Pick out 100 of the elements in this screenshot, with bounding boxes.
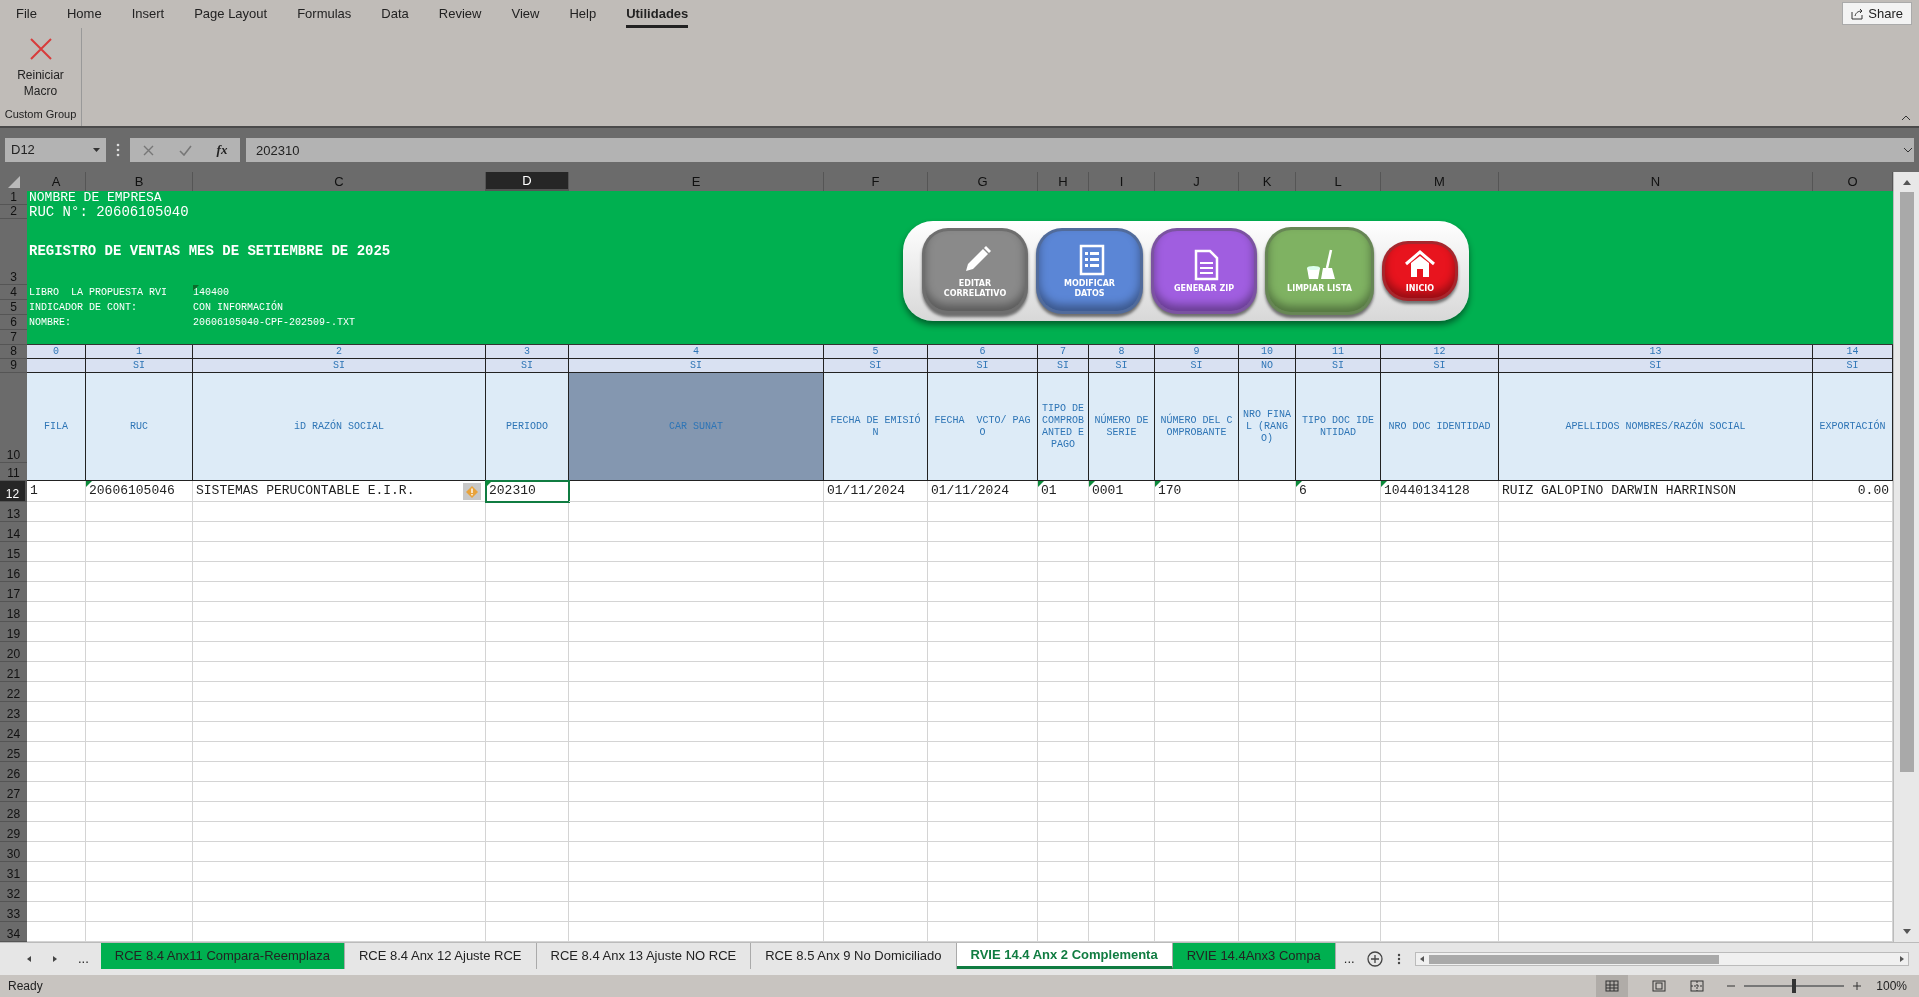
table-cell[interactable]: 01/11/2024 xyxy=(928,481,1038,502)
more-sheets-button[interactable]: ... xyxy=(1343,949,1355,969)
column-header[interactable]: H xyxy=(1038,172,1089,191)
row-header[interactable]: 10 xyxy=(0,373,27,463)
row-header[interactable]: 23 xyxy=(0,702,27,722)
row-header[interactable]: 7 xyxy=(0,330,27,345)
row-header[interactable]: 4 xyxy=(0,285,27,300)
more-options-icon[interactable] xyxy=(116,143,120,157)
page-break-icon[interactable] xyxy=(1690,980,1705,992)
scroll-thumb[interactable] xyxy=(1899,192,1914,772)
table-cell[interactable]: RUIZ GALOPINO DARWIN HARRINSON xyxy=(1499,481,1813,502)
row-header[interactable]: 27 xyxy=(0,782,27,802)
table-cell[interactable]: 202310 xyxy=(486,481,569,502)
row-header[interactable]: 17 xyxy=(0,582,27,602)
row-header[interactable]: 3 xyxy=(0,219,27,285)
menu-tab[interactable]: Home xyxy=(66,3,102,25)
column-header[interactable]: C xyxy=(193,172,486,191)
row-header[interactable]: 14 xyxy=(0,522,27,542)
row-header[interactable]: 34 xyxy=(0,922,27,942)
zoom-level[interactable]: 100% xyxy=(1876,977,1907,995)
row-header[interactable]: 26 xyxy=(0,762,27,782)
table-cell[interactable]: SISTEMAS PERUCONTABLE E.I.R. xyxy=(193,481,486,502)
normal-view-button[interactable] xyxy=(1596,975,1629,997)
column-header[interactable]: M xyxy=(1381,172,1499,191)
table-cell[interactable]: 01/11/2024 xyxy=(824,481,928,502)
scroll-down-icon[interactable] xyxy=(1901,928,1912,936)
empty-cell[interactable] xyxy=(569,481,824,502)
expand-formula-bar-icon[interactable] xyxy=(1903,147,1913,153)
menu-tab[interactable]: Formulas xyxy=(297,3,352,25)
column-header[interactable]: D xyxy=(486,172,569,191)
table-cell[interactable]: 01 xyxy=(1038,481,1089,502)
collapse-ribbon-icon[interactable] xyxy=(1901,114,1911,122)
row-header[interactable]: 30 xyxy=(0,842,27,862)
menu-tab[interactable]: Review xyxy=(438,3,482,25)
share-button[interactable]: Share xyxy=(1842,2,1912,25)
insert-function-button[interactable]: fx xyxy=(216,140,228,160)
name-box[interactable]: D12 xyxy=(5,138,106,162)
previous-sheet-icon[interactable] xyxy=(26,955,32,963)
vertical-scrollbar[interactable] xyxy=(1893,172,1919,942)
row-header[interactable]: 29 xyxy=(0,822,27,842)
table-cell[interactable]: 0001 xyxy=(1089,481,1155,502)
menu-tab[interactable]: Help xyxy=(569,3,597,25)
add-sheet-icon[interactable] xyxy=(1366,951,1383,967)
action-button[interactable]: LIMPIAR LISTA xyxy=(1265,227,1374,315)
row-header[interactable]: 8 xyxy=(0,345,27,359)
page-layout-icon[interactable] xyxy=(1652,980,1667,992)
column-header[interactable]: F xyxy=(824,172,928,191)
zoom-slider-thumb[interactable] xyxy=(1792,979,1797,993)
row-header[interactable]: 19 xyxy=(0,622,27,642)
column-header[interactable]: J xyxy=(1155,172,1239,191)
row-header[interactable]: 11 xyxy=(0,463,27,481)
column-header[interactable]: G xyxy=(928,172,1038,191)
row-header[interactable]: 13 xyxy=(0,502,27,522)
sheet-tab[interactable]: RCE 8.4 Anx11 Compara-Reemplaza xyxy=(100,943,345,969)
column-header[interactable]: L xyxy=(1296,172,1381,191)
column-header[interactable]: E xyxy=(569,172,824,191)
column-header[interactable]: A xyxy=(27,172,86,191)
sheet-tab[interactable]: RVIE 14.4 Anx 2 Complementa xyxy=(956,943,1173,969)
row-header[interactable]: 1 xyxy=(0,191,27,205)
sheet-tab[interactable]: RCE 8.4 Anx 12 Ajuste RCE xyxy=(344,943,537,969)
scroll-left-icon[interactable] xyxy=(1418,955,1425,963)
row-header[interactable]: 32 xyxy=(0,882,27,902)
row-header[interactable]: 12 xyxy=(0,481,27,502)
row-header[interactable]: 18 xyxy=(0,602,27,622)
scroll-thumb[interactable] xyxy=(1428,954,1719,964)
menu-tab[interactable]: Page Layout xyxy=(194,3,268,25)
row-header[interactable]: 33 xyxy=(0,902,27,922)
row-header[interactable]: 31 xyxy=(0,862,27,882)
table-cell[interactable]: 10440134128 xyxy=(1381,481,1499,502)
row-header[interactable]: 24 xyxy=(0,722,27,742)
next-sheet-icon[interactable] xyxy=(52,955,58,963)
horizontal-scrollbar[interactable] xyxy=(1414,952,1909,966)
check-icon[interactable] xyxy=(178,144,192,156)
row-header[interactable]: 20 xyxy=(0,642,27,662)
row-header[interactable]: 15 xyxy=(0,542,27,562)
row-header[interactable]: 5 xyxy=(0,300,27,315)
table-cell[interactable]: 20606105046 xyxy=(86,481,193,502)
sheet-tab[interactable]: RCE 8.4 Anx 13 Ajuste NO RCE xyxy=(536,943,752,969)
table-cell[interactable]: 1 xyxy=(27,481,86,502)
row-header[interactable]: 6 xyxy=(0,315,27,330)
table-cell[interactable]: 6 xyxy=(1296,481,1381,502)
table-cell[interactable]: 170 xyxy=(1155,481,1239,502)
menu-tab[interactable]: Utilidades xyxy=(626,4,689,28)
action-button[interactable]: GENERAR ZIP xyxy=(1151,228,1257,314)
column-header[interactable]: B xyxy=(86,172,193,191)
menu-tab[interactable]: File xyxy=(16,3,37,25)
more-sheets-button[interactable]: ... xyxy=(78,949,89,969)
macro-button[interactable]: Reiniciar Macro xyxy=(2,28,79,104)
sheet-tab[interactable]: RVIE 14.4Anx3 Compa xyxy=(1172,943,1336,969)
menu-tab[interactable]: View xyxy=(511,3,540,25)
formula-input[interactable]: 202310 xyxy=(246,138,1914,162)
zoom-in-icon[interactable] xyxy=(1852,981,1863,991)
menu-tab[interactable]: Data xyxy=(381,3,409,25)
row-header[interactable]: 22 xyxy=(0,682,27,702)
more-options-icon[interactable] xyxy=(1396,953,1401,965)
empty-cell[interactable] xyxy=(1239,481,1296,502)
column-header[interactable]: K xyxy=(1239,172,1296,191)
column-header[interactable]: N xyxy=(1499,172,1813,191)
sheet-tab[interactable]: RCE 8.5 Anx 9 No Domiciliado xyxy=(751,943,957,969)
scroll-right-icon[interactable] xyxy=(1899,955,1905,963)
